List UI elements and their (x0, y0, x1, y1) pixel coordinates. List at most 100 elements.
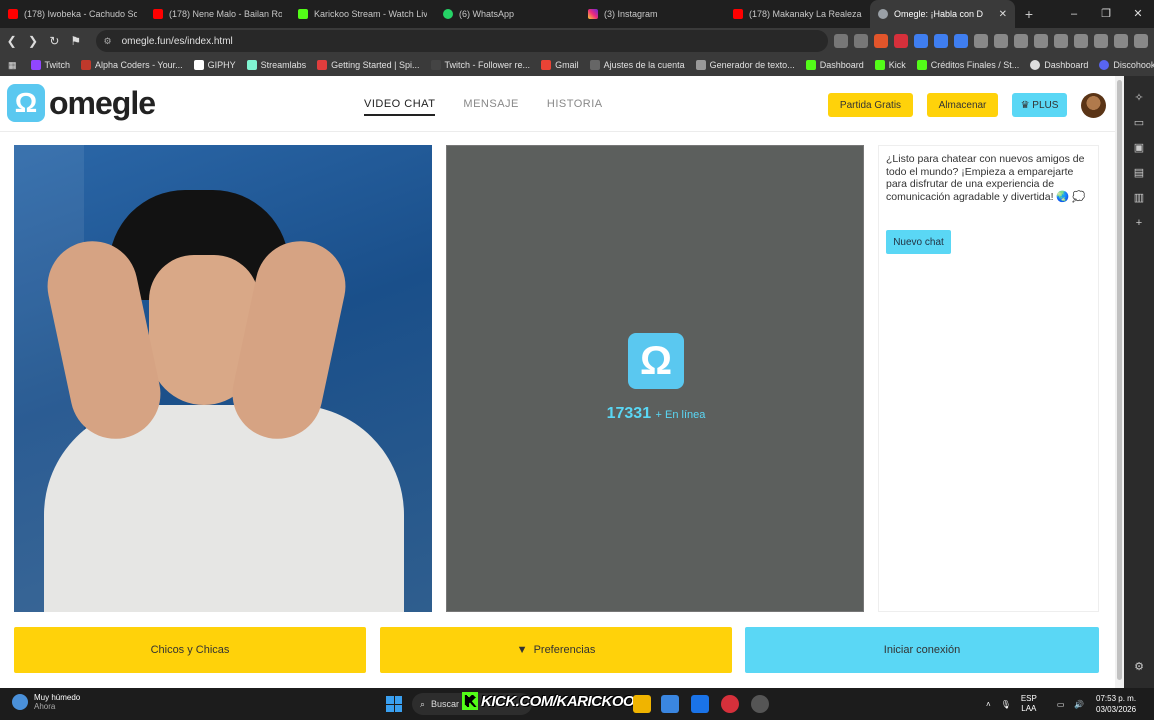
nav-history[interactable]: HISTORIA (547, 98, 603, 116)
bookmark-item[interactable]: Gmail (541, 60, 579, 70)
bookmark-item[interactable]: Twitch - Follower re... (430, 60, 530, 70)
scrollbar-thumb[interactable] (1117, 80, 1122, 680)
bookmark-item[interactable]: GIPHY (193, 60, 236, 70)
extension-icon[interactable] (934, 34, 949, 48)
address-bar[interactable]: ⚙ omegle.fun/es/index.html (95, 30, 829, 52)
settings-gear-icon[interactable]: ⚙ (1134, 655, 1144, 680)
page-scrollbar[interactable] (1115, 76, 1124, 688)
youtube-icon (153, 9, 163, 19)
back-icon[interactable]: ❮ (2, 34, 21, 48)
system-tray: ˄ 🎙 ESP LAA ▭ 🔊 (986, 688, 1094, 720)
browser-tab[interactable]: (6) WhatsApp (435, 0, 580, 28)
clock[interactable]: 07:53 p. m. 03/03/2026 (1096, 693, 1136, 715)
apps-grid-icon[interactable]: ▦ (8, 60, 17, 71)
microphone-icon[interactable]: 🎙 (1001, 700, 1011, 709)
reload-icon[interactable]: ↻ (45, 34, 64, 48)
file-explorer-icon[interactable] (633, 695, 651, 713)
rewards-icon[interactable] (894, 34, 909, 48)
bookmark-item[interactable]: Ajustes de la cuenta (589, 60, 685, 70)
store-button[interactable]: Almacenar (927, 93, 998, 117)
ai-assistant-icon[interactable]: ✧ (1134, 86, 1143, 111)
bookmark-item[interactable]: Discohook (1099, 60, 1154, 70)
minimize-button[interactable]: – (1058, 0, 1090, 28)
store-app-icon[interactable] (661, 695, 679, 713)
settings-page-icon (589, 60, 600, 70)
bookmark-item[interactable]: Generador de texto... (695, 60, 795, 70)
overlay-text: KICK.COM/KARICKOO (481, 692, 635, 710)
outlook-icon[interactable] (691, 695, 709, 713)
reader-icon[interactable]: ▥ (1134, 186, 1144, 211)
maximize-button[interactable]: ❐ (1090, 0, 1122, 28)
instagram-icon (588, 9, 598, 19)
free-game-button[interactable]: Partida Gratis (828, 93, 913, 117)
discohook-icon (1099, 60, 1110, 70)
omegle-logo[interactable]: Ω omegle (7, 84, 156, 122)
new-chat-button[interactable]: Nuevo chat (886, 230, 951, 254)
forward-icon[interactable]: ❯ (23, 34, 42, 48)
bookmark-item[interactable]: Getting Started | Spi... (317, 60, 420, 70)
music-icon[interactable] (1034, 34, 1049, 48)
start-connection-button[interactable]: Iniciar conexión (745, 627, 1099, 673)
chat-panel: ¿Listo para chatear con nuevos amigos de… (878, 145, 1099, 612)
extension-icon[interactable] (974, 34, 989, 48)
gender-filter-button[interactable]: Chicos y Chicas (14, 627, 366, 673)
bookmarks-bar: ▦ Twitch Alpha Coders - Your... GIPHY St… (0, 54, 1154, 76)
start-button[interactable] (386, 696, 402, 712)
browser-tab-active[interactable]: Omegle: ¡Habla con D ✕ (870, 0, 1015, 28)
plus-button[interactable]: ♛ PLUS (1012, 93, 1067, 117)
weather-widget[interactable]: Muy húmedo Ahora (12, 693, 80, 711)
avatar[interactable] (1081, 93, 1106, 118)
add-panel-icon[interactable]: + (1136, 211, 1142, 236)
screenshot-icon[interactable] (1014, 34, 1029, 48)
browser-tab[interactable]: (178) Nene Malo - Bailan Roc (145, 0, 290, 28)
menu-icon[interactable] (1134, 34, 1149, 48)
clock-date: 03/03/2026 (1096, 705, 1137, 714)
media-icon[interactable]: ▣ (1134, 136, 1144, 161)
extension-icon[interactable] (914, 34, 929, 48)
browser-tab[interactable]: (178) Makanaky La Realeza - F (725, 0, 870, 28)
preferences-button[interactable]: ▼ Preferencias (380, 627, 732, 673)
bookmark-item[interactable]: Dashboard (805, 60, 864, 70)
site-info-icon[interactable]: ⚙ (104, 36, 112, 47)
volume-icon[interactable]: 🔊 (1074, 700, 1084, 709)
tray-overflow-icon[interactable]: ˄ (986, 700, 991, 709)
bookmark-item[interactable]: Créditos Finales / St... (916, 60, 1019, 70)
bookmark-item[interactable]: Alpha Coders - Your... (81, 60, 183, 70)
remote-video-placeholder: Ω 17331 + En línea (446, 145, 864, 612)
browser-app-icon[interactable] (751, 695, 769, 713)
recording-app-icon[interactable] (721, 695, 739, 713)
bookmark-item[interactable]: Kick (874, 60, 906, 70)
vpn-icon[interactable] (1114, 34, 1129, 48)
translate-icon[interactable] (834, 34, 849, 48)
nav-message[interactable]: MENSAJE (463, 98, 518, 116)
puzzle-icon[interactable] (994, 34, 1009, 48)
reading-list-icon[interactable]: ▭ (1134, 111, 1144, 136)
nav-video-chat[interactable]: VIDEO CHAT (364, 98, 436, 116)
chat-intro-text: ¿Listo para chatear con nuevos amigos de… (886, 153, 1086, 203)
brave-shield-icon[interactable] (874, 34, 889, 48)
bookmark-icon[interactable]: ⚑ (66, 34, 85, 48)
close-tab-icon[interactable]: ✕ (999, 9, 1007, 20)
share-icon[interactable] (854, 34, 869, 48)
browser-tab[interactable]: (3) Instagram (580, 0, 725, 28)
new-tab-button[interactable]: + (1019, 6, 1039, 22)
sidebar-icon[interactable] (1054, 34, 1069, 48)
close-window-button[interactable]: ✕ (1122, 0, 1154, 28)
bookmark-item[interactable]: Dashboard (1030, 60, 1088, 70)
network-icon[interactable]: ▭ (1057, 700, 1065, 709)
lang-primary: ESP (1020, 694, 1037, 703)
language-indicator[interactable]: ESP LAA (1021, 694, 1047, 714)
browser-tab[interactable]: Karickoo Stream - Watch Live (290, 0, 435, 28)
browser-tab[interactable]: (178) Iwobeka - Cachudo Soy (0, 0, 145, 28)
kick-icon: K (462, 692, 478, 710)
online-counter: 17331 + En línea (447, 405, 865, 423)
bookmarks-panel-icon[interactable]: ▤ (1134, 161, 1144, 186)
omegle-logo-icon: Ω (7, 84, 45, 122)
bookmark-item[interactable]: Streamlabs (246, 60, 306, 70)
bookmark-item[interactable]: Twitch (30, 60, 70, 70)
extension-icon[interactable] (954, 34, 969, 48)
leo-icon[interactable] (1094, 34, 1109, 48)
window-controls: – ❐ ✕ (1058, 0, 1154, 28)
gear-icon (695, 60, 706, 70)
wallet-icon[interactable] (1074, 34, 1089, 48)
